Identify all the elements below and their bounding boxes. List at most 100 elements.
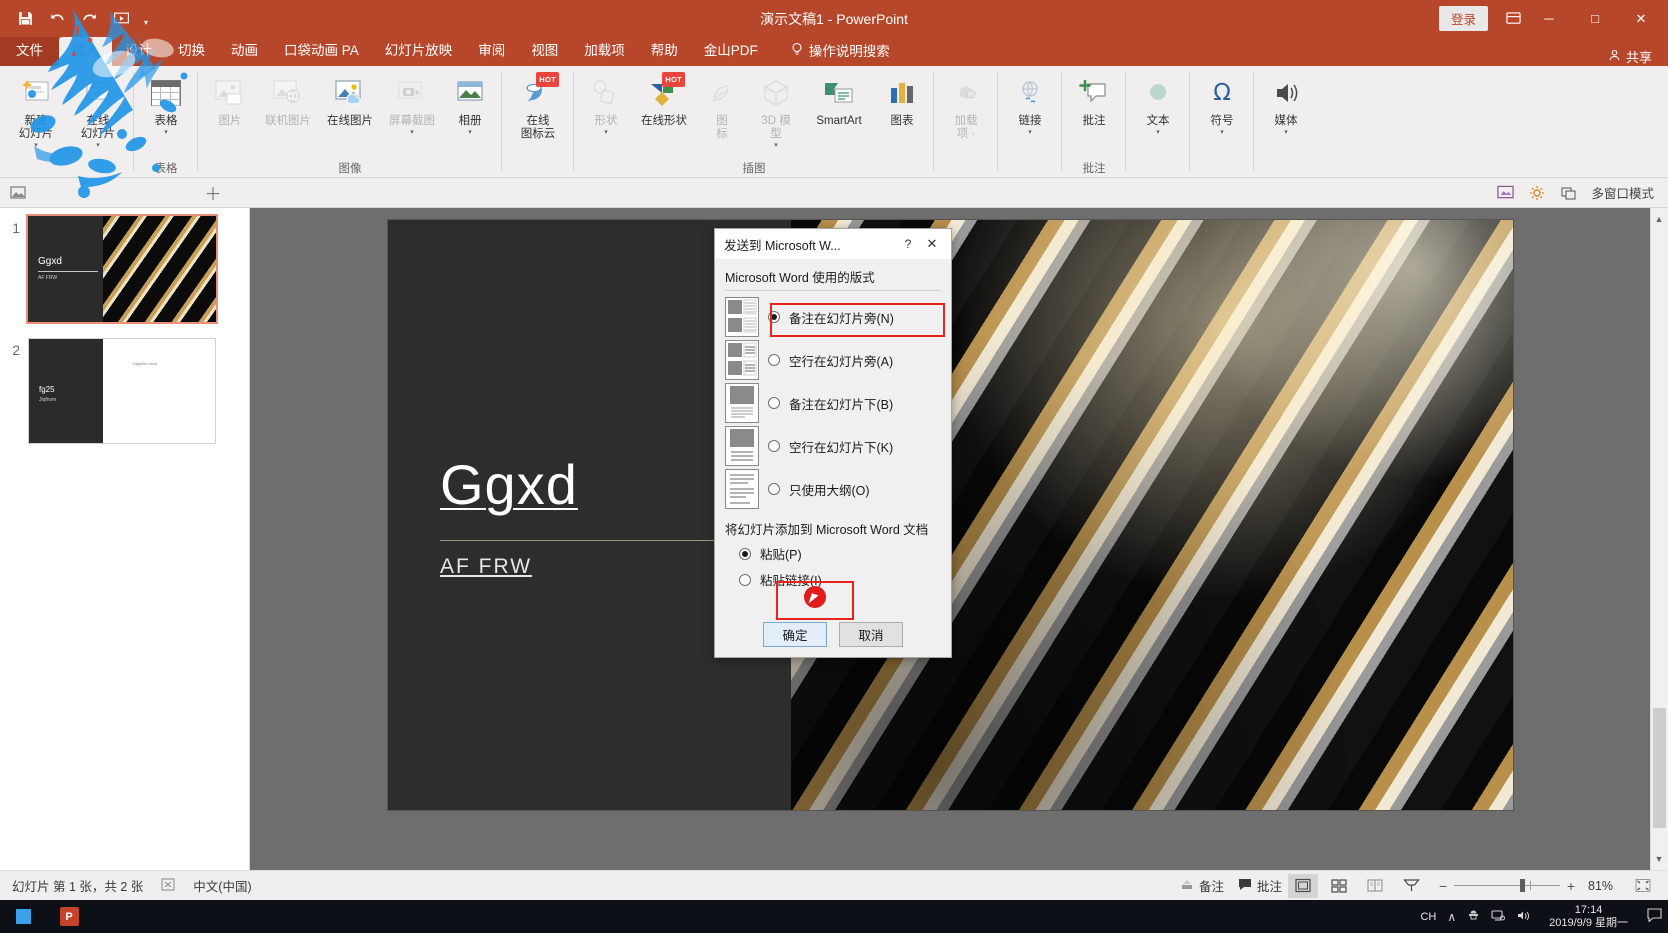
send-to-word-dialog[interactable]: 发送到 Microsoft W... ? ✕ Microsoft Word 使用…: [714, 228, 952, 658]
slide-subtitle-text[interactable]: AF FRW: [440, 555, 532, 579]
close-button[interactable]: ✕: [1618, 0, 1664, 37]
thumbnail-row[interactable]: 1 Ggxd AF FRW: [0, 208, 249, 324]
chevron-down-icon[interactable]: ▾: [468, 129, 472, 137]
dialog-close-button[interactable]: ✕: [919, 236, 945, 252]
scroll-up-icon[interactable]: ▲: [1653, 212, 1665, 226]
chevron-up-icon[interactable]: ∧: [1447, 910, 1456, 924]
slide-thumbnail-1[interactable]: Ggxd AF FRW: [26, 214, 218, 324]
new-slide-button[interactable]: 新建 幻灯片 ▾: [5, 70, 67, 154]
radio-notes-beside[interactable]: [768, 311, 780, 323]
tab-pocket-animation[interactable]: 口袋动画 PA: [271, 37, 372, 66]
chevron-down-icon[interactable]: ▾: [34, 142, 38, 150]
thumbnail-row[interactable]: 2 fg25 Jlqfnvm Cdgvdrh rnvw: [0, 322, 249, 444]
picture-button[interactable]: 图片: [203, 70, 257, 154]
tab-view[interactable]: 视图: [518, 37, 571, 66]
screenshot-button[interactable]: 屏幕截图 ▾: [381, 70, 443, 154]
minimize-button[interactable]: ─: [1526, 0, 1572, 37]
zoom-knob[interactable]: [1519, 879, 1525, 892]
comment-button[interactable]: 批注: [1067, 70, 1121, 154]
undo-icon[interactable]: [42, 5, 72, 33]
radio-outline-only[interactable]: [768, 483, 780, 495]
table-button[interactable]: 表格 ▾: [139, 70, 193, 154]
dialog-ok-button[interactable]: 确定: [763, 622, 827, 647]
language-label[interactable]: 中文(中国): [193, 876, 251, 895]
dialog-help-button[interactable]: ?: [897, 237, 919, 251]
chevron-down-icon[interactable]: ▾: [1028, 129, 1032, 137]
online-icon-cloud-button[interactable]: HOT 在线 图标云: [507, 70, 569, 154]
chevron-down-icon[interactable]: ▾: [1156, 129, 1160, 137]
tab-kingsoft-pdf[interactable]: 金山PDF: [691, 37, 771, 66]
layout-option-blank-below[interactable]: 空行在幻灯片下(K): [725, 426, 941, 466]
scrollbar-thumb[interactable]: [1653, 708, 1666, 828]
fit-to-window-button[interactable]: [1628, 874, 1658, 898]
layout-option-notes-beside[interactable]: 备注在幻灯片旁(N): [725, 297, 941, 337]
zoom-out-button[interactable]: −: [1432, 878, 1454, 894]
chevron-down-icon[interactable]: ▾: [1284, 129, 1288, 137]
tab-addins[interactable]: 加载项: [571, 37, 638, 66]
slide-sorter-view-button[interactable]: [1324, 874, 1354, 898]
sogou-ime-icon[interactable]: [1467, 909, 1480, 925]
radio-notes-below[interactable]: [768, 397, 780, 409]
slideshow-view-button[interactable]: [1396, 874, 1426, 898]
dialog-cancel-button[interactable]: 取消: [839, 622, 903, 647]
gear-icon[interactable]: [1527, 183, 1547, 203]
slide-count-label[interactable]: 幻灯片 第 1 张，共 2 张: [12, 876, 143, 895]
radio-paste-link[interactable]: [739, 573, 751, 586]
redo-icon[interactable]: [74, 5, 104, 33]
tab-file[interactable]: 文件: [0, 37, 59, 66]
tab-insert[interactable]: 插入: [59, 37, 112, 66]
icons-button[interactable]: 图标: [695, 70, 749, 154]
smartart-button[interactable]: SmartArt: [803, 70, 875, 154]
add-slide-icon[interactable]: ＋: [203, 183, 223, 204]
reading-view-button[interactable]: [1360, 874, 1390, 898]
paste-option-paste-link[interactable]: 粘贴链接(I): [739, 570, 941, 589]
shapes-button[interactable]: 形状 ▾: [579, 70, 633, 154]
chevron-down-icon[interactable]: ▾: [164, 129, 168, 137]
vertical-scrollbar[interactable]: ▲ ▼: [1650, 208, 1668, 870]
accessibility-icon[interactable]: [161, 878, 175, 894]
zoom-in-button[interactable]: +: [1560, 878, 1582, 894]
tab-review[interactable]: 审阅: [465, 37, 518, 66]
slide-thumbnail-2[interactable]: fg25 Jlqfnvm Cdgvdrh rnvw: [28, 338, 216, 444]
taskbar-powerpoint-button[interactable]: P: [46, 900, 92, 933]
window-mode-icon[interactable]: [1559, 183, 1579, 203]
cloud-picture-button[interactable]: 在线图片: [319, 70, 381, 154]
normal-view-button[interactable]: [1288, 873, 1318, 898]
layout-option-outline-only[interactable]: 只使用大纲(O): [725, 469, 941, 509]
save-icon[interactable]: [10, 5, 40, 33]
multi-window-label[interactable]: 多窗口模式: [1591, 183, 1654, 202]
chevron-down-icon[interactable]: ▾: [1220, 129, 1224, 137]
slide-thumbnail-panel[interactable]: 1 Ggxd AF FRW 2 fg25 Jlqfnvm Cdgvdrh rnv…: [0, 208, 250, 870]
slide-title-text[interactable]: Ggxd: [440, 452, 578, 517]
zoom-level-label[interactable]: 81%: [1588, 879, 1622, 893]
ime-indicator[interactable]: CH: [1420, 911, 1436, 923]
zoom-track[interactable]: [1454, 879, 1560, 892]
share-button[interactable]: 共享: [1608, 47, 1668, 66]
layout-option-notes-below[interactable]: 备注在幻灯片下(B): [725, 383, 941, 423]
customize-qat-icon[interactable]: ▾: [138, 5, 154, 33]
chevron-down-icon[interactable]: ▾: [774, 142, 778, 150]
text-button[interactable]: 文本 ▾: [1131, 70, 1185, 154]
tab-slideshow[interactable]: 幻灯片放映: [372, 37, 466, 66]
network-icon[interactable]: [1491, 909, 1506, 925]
tab-animations[interactable]: 动画: [218, 37, 271, 66]
layout-option-blank-beside[interactable]: 空行在幻灯片旁(A): [725, 340, 941, 380]
symbol-button[interactable]: Ω 符号 ▾: [1195, 70, 1249, 154]
maximize-button[interactable]: □: [1572, 0, 1618, 37]
image-tool-icon[interactable]: [8, 183, 28, 203]
link-button[interactable]: 链接 ▾: [1003, 70, 1057, 154]
chevron-down-icon[interactable]: ▾: [410, 129, 414, 137]
3d-model-button[interactable]: 3D 模型 ▾: [749, 70, 803, 154]
sign-in-button[interactable]: 登录: [1438, 6, 1488, 31]
volume-icon[interactable]: [1516, 909, 1530, 925]
presentation-tool-icon[interactable]: [1495, 183, 1515, 203]
chevron-down-icon[interactable]: ▾: [604, 129, 608, 137]
tell-me-search[interactable]: 操作说明搜索: [771, 35, 903, 66]
radio-blank-below[interactable]: [768, 440, 780, 452]
tab-transitions[interactable]: 切换: [165, 37, 218, 66]
online-picture-button[interactable]: 联机图片: [257, 70, 319, 154]
radio-paste[interactable]: [739, 547, 751, 560]
comments-button[interactable]: 批注: [1238, 876, 1282, 895]
online-slide-button[interactable]: 在线 幻灯片 ▾: [67, 70, 129, 154]
chevron-down-icon[interactable]: ▾: [96, 142, 100, 150]
